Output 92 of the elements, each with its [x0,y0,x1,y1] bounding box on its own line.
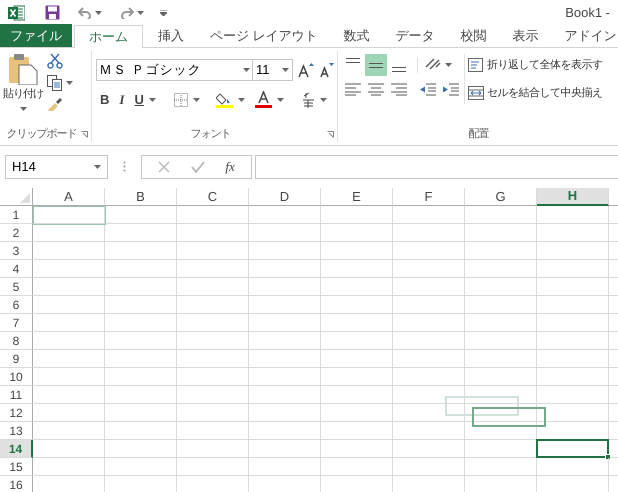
underline-button[interactable]: U [134,90,144,110]
grow-font-icon[interactable] [298,62,314,78]
font-size-field[interactable]: 11 [253,59,293,81]
copy-icon[interactable] [47,75,62,91]
drag-handle-icon [123,161,126,172]
paste-button[interactable]: 貼り付け [3,53,43,111]
caret-icon [148,98,156,102]
caret-icon [445,63,452,67]
row-header[interactable]: 9 [0,350,33,368]
row-header[interactable]: 8 [0,332,33,350]
row-header[interactable]: 6 [0,296,33,314]
borders-icon[interactable] [174,92,188,107]
caret-icon [192,98,200,102]
row-header[interactable]: 14 [0,440,33,458]
caret-icon [238,98,245,102]
select-all-icon [20,193,30,203]
group-label: 配置 [468,126,488,142]
scissors-icon[interactable] [47,53,63,69]
font-name-field[interactable]: ＭＳ Ｐゴシック [96,59,253,81]
ribbon-tab[interactable]: アドイン [552,24,618,47]
merge-center-button[interactable]: セルを結合して中央揃え [468,82,602,104]
formula-input[interactable] [255,154,618,178]
caret-icon [94,164,101,168]
clipboard-icon [8,53,38,85]
check-icon[interactable] [190,160,205,172]
column-header[interactable]: B [105,188,177,206]
caret-icon [137,10,144,14]
row-header[interactable]: 3 [0,242,33,260]
insert-function-button[interactable]: fx [225,156,235,176]
column-header[interactable]: D [249,188,321,206]
ribbon-tab[interactable]: 表示 [500,24,552,47]
fill-color-icon[interactable] [216,91,233,108]
row-header[interactable]: 11 [0,386,33,404]
brush-icon[interactable] [47,97,63,111]
wrap-text-icon [468,57,484,73]
ribbon-tab[interactable]: データ [382,24,448,47]
row-header[interactable]: 1 [0,206,33,224]
ribbon-tab[interactable]: ホーム [74,25,143,48]
ribbon-tab[interactable]: 挿入 [145,24,197,47]
align-middle-icon [369,62,383,68]
row-header[interactable]: 7 [0,314,33,332]
merge-cells-icon [468,85,484,101]
ribbon-tab[interactable]: ページ レイアウト [197,24,331,47]
font-color-icon[interactable] [254,91,272,108]
group-label: フォント [190,126,230,142]
customize-icon[interactable] [160,10,167,16]
decrease-indent-icon[interactable] [419,82,437,96]
caret-icon [320,98,327,102]
caret-icon [20,107,26,111]
redo-icon[interactable] [120,6,134,18]
row-header[interactable]: 15 [0,458,33,476]
ribbon-tab[interactable]: 数式 [330,24,383,47]
row-header[interactable]: 4 [0,260,33,278]
caret-icon [276,98,284,102]
row-header[interactable]: 10 [0,368,33,386]
caret-icon [282,68,289,72]
row-header[interactable]: 2 [0,224,33,242]
phonetic-icon[interactable] [302,92,315,108]
shrink-font-icon[interactable] [320,62,334,78]
row-header[interactable]: 12 [0,404,33,422]
name-box[interactable]: H14 [5,154,108,178]
caret-icon [95,10,102,14]
dialog-launcher-icon[interactable] [81,130,88,138]
caret-icon [66,81,73,85]
wrap-text-button[interactable]: 折り返して全体を表示す [468,54,602,76]
align-right-icon[interactable] [390,82,408,96]
row-header[interactable]: 5 [0,278,33,296]
undo-icon[interactable] [78,6,92,18]
group-label: クリップボード [6,126,76,142]
dialog-launcher-icon[interactable] [327,130,334,138]
align-top-icon [346,58,360,63]
bold-button[interactable]: B [100,90,110,110]
spreadsheet-icon [8,4,25,20]
column-header[interactable]: A [33,188,105,206]
align-bottom-icon [392,67,406,72]
ribbon-tab[interactable]: 校閲 [448,24,500,47]
italic-button[interactable]: I [119,90,124,110]
column-header[interactable]: C [177,188,249,206]
column-header[interactable]: H [537,188,609,206]
vertical-align-button[interactable] [365,54,387,76]
align-left-icon[interactable] [344,82,362,96]
column-header[interactable]: E [321,188,393,206]
save-icon[interactable] [45,5,60,20]
increase-indent-icon[interactable] [442,82,460,96]
file-tab[interactable]: ファイル [0,24,72,47]
cancel-icon[interactable] [158,160,170,172]
column-header[interactable]: F [393,188,465,206]
column-header[interactable]: G [465,188,537,206]
window-title: Book1 - [565,4,610,22]
caret-icon [243,68,250,72]
row-header[interactable]: 13 [0,422,33,440]
align-center-icon[interactable] [367,82,385,96]
